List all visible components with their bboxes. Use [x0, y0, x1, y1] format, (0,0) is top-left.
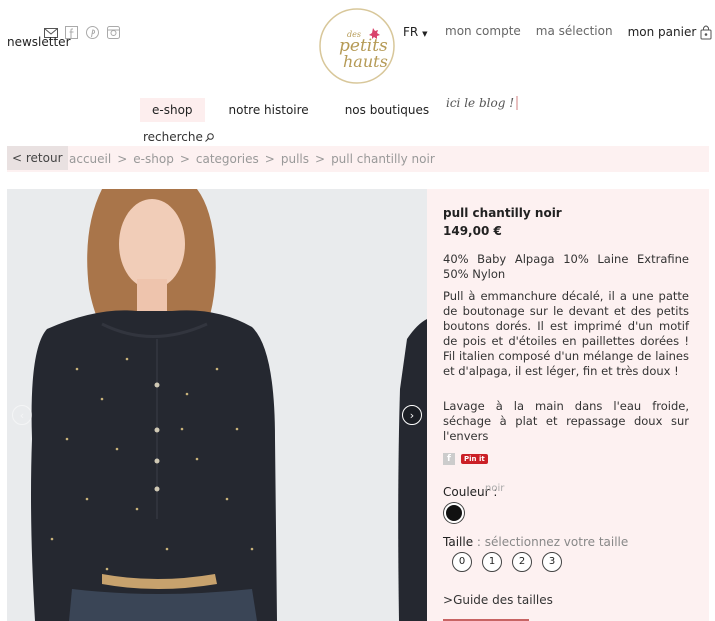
- breadcrumb-categories[interactable]: categories: [196, 152, 259, 166]
- search-box[interactable]: recherche: [143, 130, 214, 144]
- size-guide-label: Guide des tailles: [453, 593, 553, 607]
- size-option-0[interactable]: 0: [452, 552, 472, 572]
- next-image-button[interactable]: ›: [402, 405, 422, 425]
- breadcrumb-separator: >: [315, 152, 326, 166]
- pinterest-icon[interactable]: [86, 24, 99, 39]
- logo-text-line3: hauts: [343, 52, 388, 71]
- instagram-icon[interactable]: [107, 24, 120, 39]
- cart-label: mon panier: [627, 25, 697, 39]
- size-option-2[interactable]: 2: [512, 552, 532, 572]
- size-label: Taille: [443, 535, 474, 549]
- language-label: FR: [403, 25, 419, 39]
- bag-icon: [700, 25, 712, 40]
- nav-item-eshop[interactable]: e-shop: [140, 98, 205, 122]
- pinterest-share-button[interactable]: Pin it: [461, 454, 488, 464]
- size-guide-link[interactable]: >Guide des tailles: [443, 593, 553, 607]
- cart-link[interactable]: mon panier: [628, 24, 713, 40]
- facebook-share-icon[interactable]: f: [443, 453, 455, 465]
- selection-link[interactable]: ma sélection: [536, 24, 613, 40]
- size-option-3[interactable]: 3: [542, 552, 562, 572]
- search-icon[interactable]: [205, 132, 214, 142]
- breadcrumb: accueil > e-shop > categories > pulls > …: [69, 152, 435, 166]
- brand-logo[interactable]: des petits hauts: [313, 6, 401, 86]
- share-buttons: f Pin it: [443, 453, 488, 465]
- product-title: pull chantilly noir: [443, 206, 562, 220]
- product-price: 149,00 €: [443, 224, 502, 238]
- product-image[interactable]: ‹ ›: [7, 189, 427, 621]
- product-care: Lavage à la main dans l'eau froide, séch…: [443, 399, 689, 443]
- product-composition: 40% Baby Alpaga 10% Laine Extrafine 50% …: [443, 252, 689, 281]
- color-swatch-noir[interactable]: [444, 503, 464, 523]
- color-name: noir: [485, 483, 505, 494]
- breadcrumb-eshop[interactable]: e-shop: [133, 152, 174, 166]
- breadcrumb-separator: >: [179, 152, 190, 166]
- chevron-down-icon: ▼: [422, 30, 428, 38]
- size-label-row: Taille : sélectionnez votre taille: [443, 535, 628, 549]
- chevron-right-icon: >: [443, 593, 454, 607]
- size-options: 0 1 2 3: [452, 552, 562, 572]
- previous-image-button[interactable]: ‹: [12, 405, 32, 425]
- breadcrumb-pulls[interactable]: pulls: [281, 152, 309, 166]
- breadcrumb-home[interactable]: accueil: [69, 152, 111, 166]
- breadcrumb-current: pull chantilly noir: [331, 152, 435, 166]
- nav-item-histoire[interactable]: notre histoire: [217, 98, 321, 122]
- size-hint: : sélectionnez votre taille: [473, 535, 629, 549]
- account-nav: mon compte ma sélection mon panier: [445, 24, 712, 40]
- breadcrumb-separator: >: [264, 152, 275, 166]
- main-nav: e-shop notre histoire nos boutiques: [140, 98, 441, 122]
- nav-item-boutiques[interactable]: nos boutiques: [333, 98, 441, 122]
- breadcrumb-separator: >: [117, 152, 128, 166]
- blog-link[interactable]: ici le blog !: [446, 96, 519, 110]
- product-description: Pull à emmanchure décalé, il a une patte…: [443, 289, 689, 378]
- account-link[interactable]: mon compte: [445, 24, 521, 40]
- back-button[interactable]: < retour: [7, 146, 68, 170]
- language-selector[interactable]: FR ▼: [403, 25, 427, 39]
- size-option-1[interactable]: 1: [482, 552, 502, 572]
- newsletter-link[interactable]: newsletter: [7, 35, 71, 49]
- search-input[interactable]: recherche: [143, 130, 203, 144]
